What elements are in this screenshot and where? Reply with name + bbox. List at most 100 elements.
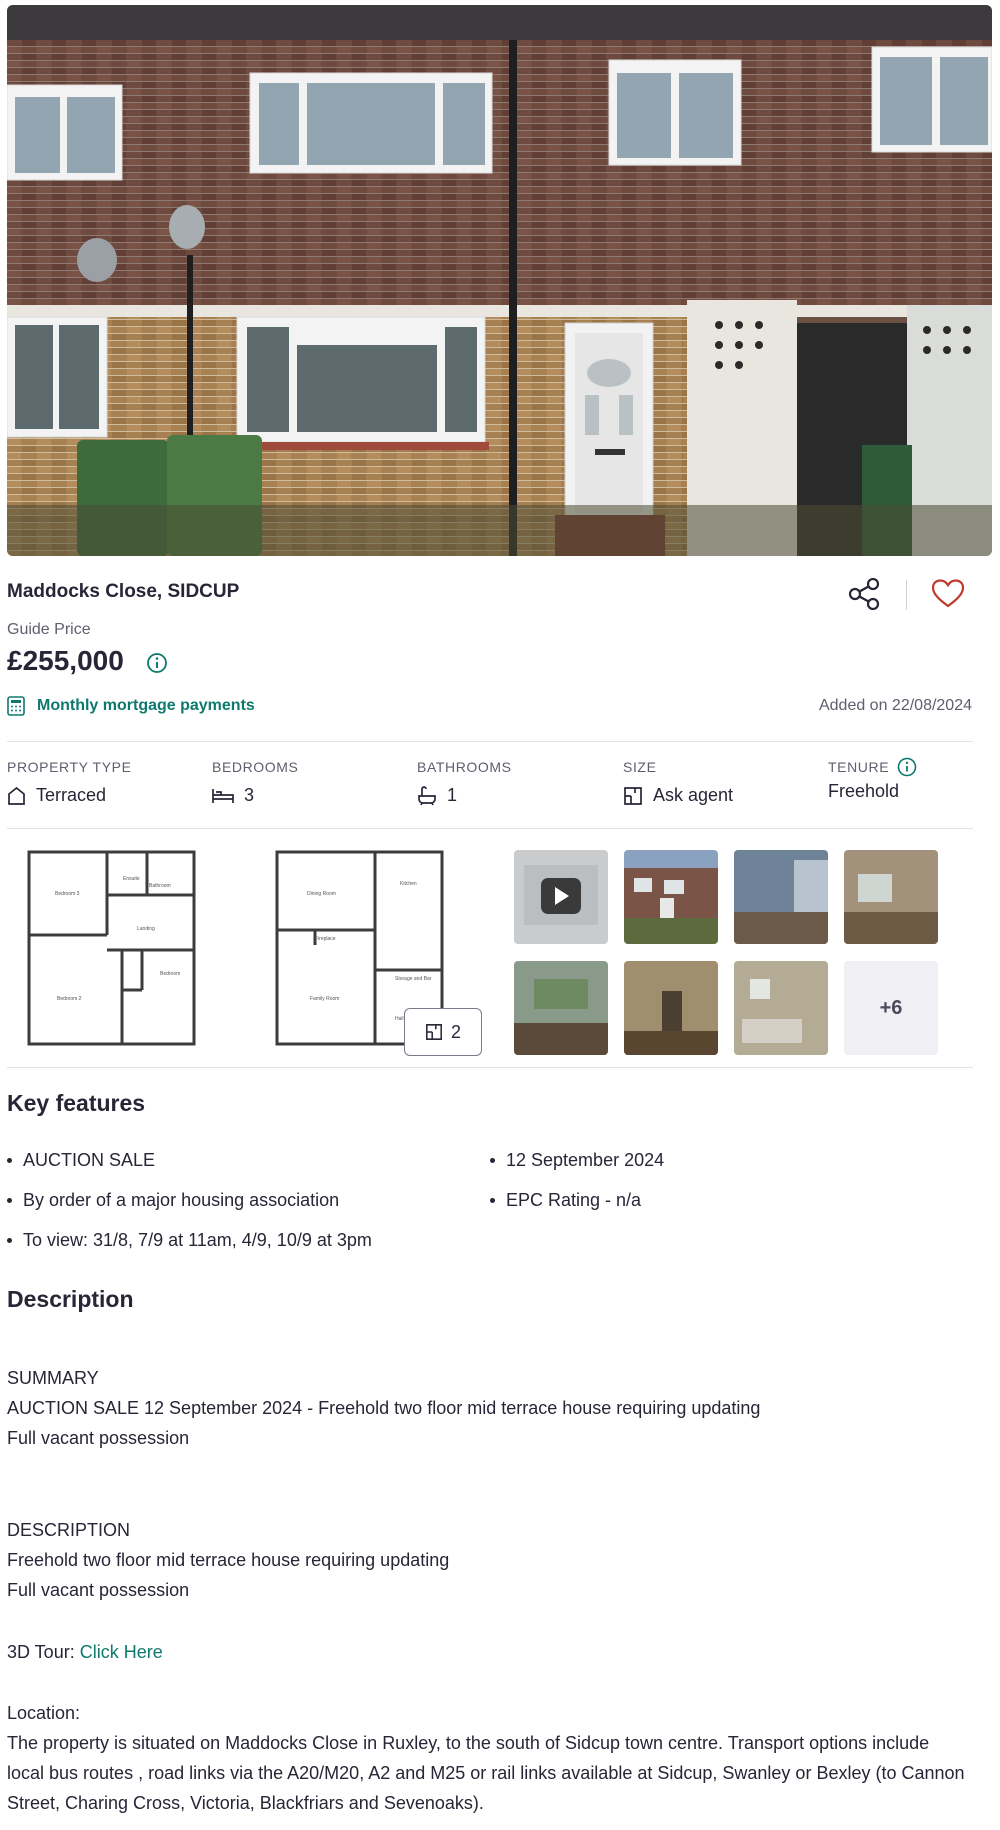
house-icon [8, 786, 25, 805]
floorplan-first-floor[interactable]: Bedroom 3 Ensuite Bathroom Landing Bedro… [27, 850, 212, 1050]
room-label: Hall [395, 1016, 404, 1022]
gallery-thumb[interactable] [734, 850, 828, 944]
fact-label: TENURE [828, 759, 890, 775]
fact-size: SIZE Ask agent [623, 759, 733, 806]
gallery-thumb[interactable] [844, 850, 938, 944]
fact-value: Ask agent [653, 785, 734, 805]
location-label: Location: [7, 1703, 81, 1723]
description-subheading: DESCRIPTION [7, 1520, 131, 1540]
room-label: Dining Room [307, 891, 336, 897]
room-label: Bathroom [149, 883, 171, 889]
property-price: £255,000 [7, 645, 124, 676]
photo-fireplace [624, 961, 718, 1055]
photo-bathroom [734, 961, 828, 1055]
date-added: Added on 22/08/2024 [818, 697, 972, 714]
room-label: Bedroom 3 [55, 891, 80, 897]
room-label: Fireplace [315, 936, 336, 942]
feature-item: To view: 31/8, 7/9 at 11am, 4/9, 10/9 at… [7, 1230, 372, 1251]
heart-icon [931, 579, 965, 608]
room-label: Bedroom 2 [57, 996, 82, 1002]
feature-text: AUCTION SALE [23, 1150, 156, 1170]
tour-line: 3D Tour: Click Here [7, 1637, 163, 1667]
divider [7, 741, 973, 742]
floorplan-icon [426, 1024, 442, 1040]
photo-living-room [514, 961, 608, 1055]
gallery-thumb[interactable] [624, 961, 718, 1055]
feature-text: EPC Rating - n/a [506, 1190, 642, 1210]
fact-value: Freehold [828, 781, 900, 801]
media-section: Bedroom 3 Ensuite Bathroom Landing Bedro… [7, 836, 973, 1058]
location-text: The property is situated on Maddocks Clo… [7, 1733, 965, 1813]
feature-text: 12 September 2024 [506, 1150, 665, 1170]
fact-property-type: PROPERTY TYPE Terraced [7, 759, 132, 806]
description-line: Freehold two floor mid terrace house req… [7, 1550, 450, 1570]
gallery-video-thumb[interactable] [514, 850, 608, 944]
bath-icon [418, 785, 436, 805]
share-icon [848, 577, 880, 611]
bed-icon [212, 788, 234, 803]
fact-value: 3 [244, 785, 255, 805]
gallery-thumb[interactable] [624, 850, 718, 944]
fact-value: Terraced [36, 785, 107, 805]
summary-line: Full vacant possession [7, 1428, 190, 1448]
info-icon [147, 653, 167, 673]
mortgage-calculator-link[interactable]: Monthly mortgage payments [7, 695, 255, 717]
house-photo-illustration [7, 5, 992, 556]
description-section: DESCRIPTION Freehold two floor mid terra… [7, 1515, 449, 1605]
summary-heading: SUMMARY [7, 1368, 99, 1388]
fact-tenure: TENURE Freehold [828, 757, 917, 802]
price-qualifier: Guide Price [7, 621, 91, 638]
feature-item: EPC Rating - n/a [490, 1190, 641, 1211]
room-label: Bedroom [160, 971, 180, 977]
gallery-thumb[interactable] [514, 961, 608, 1055]
fact-label: BEDROOMS [212, 759, 299, 775]
fact-label: BATHROOMS [417, 759, 512, 775]
location-section: Location: The property is situated on Ma… [7, 1698, 967, 1818]
fact-label: SIZE [623, 759, 657, 775]
photo-exterior [624, 850, 718, 944]
gallery-more-button[interactable]: +6 [844, 961, 938, 1055]
summary-line: AUCTION SALE 12 September 2024 - Freehol… [7, 1398, 761, 1418]
tour-link[interactable]: Click Here [80, 1642, 163, 1662]
fact-bathrooms: BATHROOMS 1 [417, 759, 512, 806]
floorplan-drawing: Bedroom 3 Ensuite Bathroom Landing Bedro… [27, 850, 196, 1046]
floorplan-count: 2 [450, 1021, 461, 1042]
listing-title-row: Maddocks Close, SIDCUP [7, 577, 993, 618]
feature-text: By order of a major housing association [23, 1190, 340, 1210]
tour-label: 3D Tour: [7, 1642, 80, 1662]
property-address: Maddocks Close, SIDCUP [7, 581, 240, 602]
feature-text: To view: 31/8, 7/9 at 11am, 4/9, 10/9 at… [23, 1230, 372, 1250]
key-facts-bar: PROPERTY TYPE Terraced BEDROOMS 3 BATHRO… [7, 757, 973, 809]
room-label: Family Room [310, 996, 339, 1002]
main-property-photo[interactable] [7, 5, 992, 556]
save-favourite-button[interactable] [931, 578, 971, 610]
divider [7, 828, 973, 829]
room-label: Ensuite [123, 876, 140, 882]
share-button[interactable] [847, 577, 887, 611]
room-label: Landing [137, 926, 155, 932]
floorplan-count-button[interactable]: 2 [404, 1008, 482, 1056]
photo-bedroom [734, 850, 828, 944]
photo-room [844, 850, 938, 944]
mortgage-link-label: Monthly mortgage payments [37, 697, 255, 714]
gallery-thumb[interactable] [734, 961, 828, 1055]
key-features-heading: Key features [7, 1090, 146, 1116]
price-info-button[interactable] [146, 652, 168, 674]
action-divider [906, 580, 907, 610]
description-line: Full vacant possession [7, 1580, 190, 1600]
fact-bedrooms: BEDROOMS 3 [212, 759, 298, 806]
floorplan-icon [624, 786, 642, 805]
video-thumbnail [514, 850, 608, 944]
description-heading: Description [7, 1286, 134, 1312]
room-label: Storage and Bar [395, 976, 432, 982]
summary-section: SUMMARY AUCTION SALE 12 September 2024 -… [7, 1363, 760, 1453]
info-icon[interactable] [897, 757, 917, 777]
calculator-icon [7, 696, 25, 716]
feature-item: 12 September 2024 [490, 1150, 664, 1171]
fact-value: 1 [447, 785, 458, 805]
fact-label: PROPERTY TYPE [7, 759, 132, 775]
feature-item: By order of a major housing association [7, 1190, 339, 1211]
divider [7, 1067, 973, 1068]
room-label: Kitchen [400, 881, 417, 887]
feature-item: AUCTION SALE [7, 1150, 155, 1171]
